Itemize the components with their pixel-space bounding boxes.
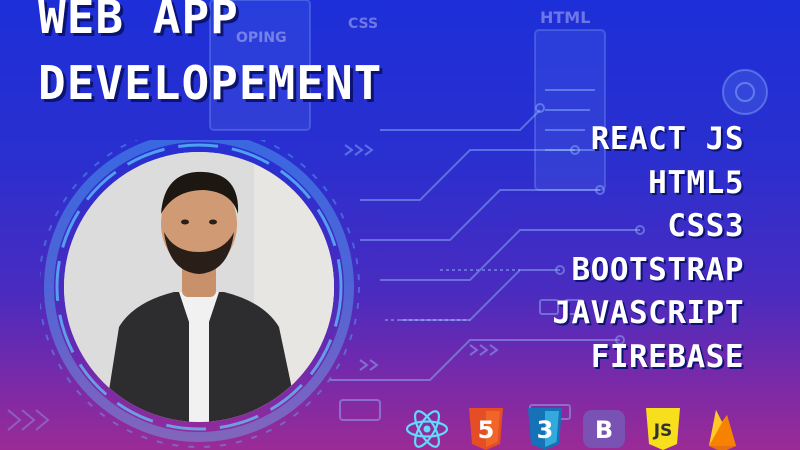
css3-icon: 3 [528, 408, 562, 450]
react-icon [405, 410, 449, 448]
bootstrap-icon: B [583, 410, 625, 448]
tech-icons-row: 5 3 B JS [404, 406, 745, 450]
portrait-illustration [64, 152, 334, 422]
poster-canvas: OPING CSS HTML WEB APP DEVELOPEMENT REAC… [0, 0, 800, 450]
bootstrap-glyph: B [595, 416, 613, 444]
profile-photo [64, 152, 334, 422]
skill-bootstrap: BOOTSTRAP [571, 251, 744, 288]
title-line-2: DEVELOPEMENT [38, 56, 383, 110]
background-tag-css: CSS [348, 16, 379, 32]
javascript-glyph: JS [653, 421, 673, 441]
skill-html5: HTML5 [648, 164, 744, 201]
html5-icon: 5 [469, 408, 503, 450]
skill-firebase: FIREBASE [590, 338, 744, 375]
skills-list: REACT JS HTML5 CSS3 BOOTSTRAP JAVASCRIPT… [552, 118, 744, 380]
background-tag-html: HTML [540, 8, 591, 27]
title-line-1: WEB APP [38, 0, 239, 44]
css3-glyph: 3 [537, 416, 554, 444]
javascript-icon: JS [646, 408, 680, 450]
firebase-icon [709, 410, 736, 450]
background-tag-ping: OPING [236, 30, 287, 46]
skill-react: REACT JS [590, 121, 744, 157]
html5-glyph: 5 [478, 416, 495, 444]
skill-css3: CSS3 [667, 208, 744, 245]
skill-javascript: JAVASCRIPT [552, 295, 744, 332]
